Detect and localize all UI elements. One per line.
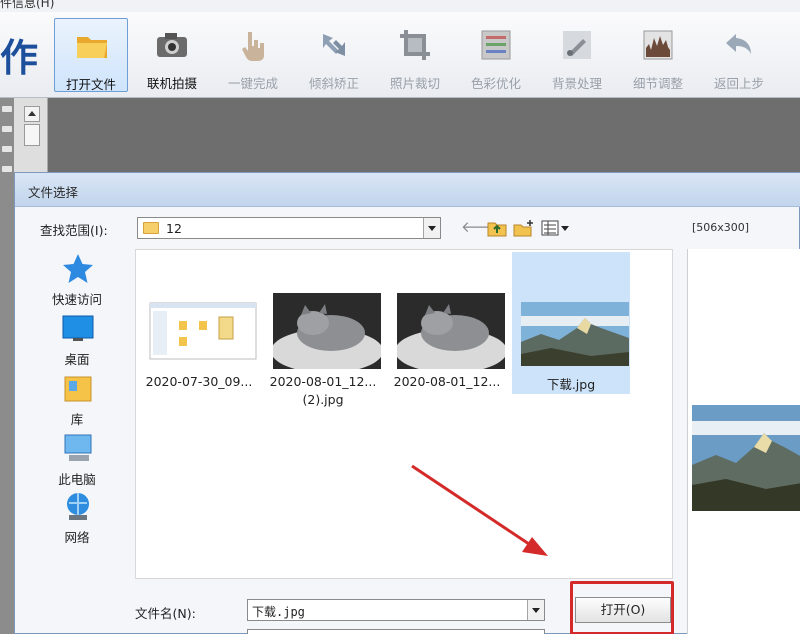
one-click-button[interactable]: 一键完成	[216, 18, 290, 92]
file-select-dialog: 文件选择 查找范围(I): 12 🡐 [506x300] 快速访问 桌面 库 此…	[14, 172, 800, 634]
file-type-dropdown[interactable]	[247, 629, 545, 634]
rotate-icon	[323, 34, 345, 56]
filmstrip-edge	[0, 98, 14, 634]
undo-icon	[726, 34, 751, 54]
menu-bar: 件信息(H)	[0, 0, 800, 12]
filename-input[interactable]: 下载.jpg	[247, 599, 545, 621]
place-label: 桌面	[64, 352, 90, 367]
file-list[interactable]: 2020-07-30_09... 2020-08-01_12... (2).jp…	[135, 249, 673, 579]
star-icon	[63, 254, 93, 283]
file-item-selected[interactable]: 下载.jpg	[512, 252, 630, 394]
toolbar-label: 细节调整	[632, 76, 683, 91]
dialog-title: 文件选择	[28, 185, 79, 200]
file-name: 2020-07-30_09...	[145, 374, 253, 389]
folder-icon	[77, 37, 107, 58]
place-label: 网络	[64, 530, 90, 545]
toolbar-label: 背景处理	[551, 76, 602, 91]
background-process-button[interactable]: 背景处理	[540, 18, 614, 92]
histogram-icon	[643, 30, 673, 60]
look-in-dropdown[interactable]: 12	[137, 217, 441, 239]
toolbar-label: 返回上步	[713, 76, 764, 91]
chevron-down-icon[interactable]	[423, 218, 440, 238]
preview-size-label: [506x300]	[692, 221, 750, 234]
up-folder-icon[interactable]	[487, 219, 507, 237]
new-folder-icon[interactable]	[513, 219, 535, 237]
desktop-icon	[62, 315, 94, 341]
view-menu-icon[interactable]	[541, 219, 571, 237]
camera-capture-button[interactable]: 联机拍摄	[135, 18, 209, 92]
toolbar-label: 联机拍摄	[146, 76, 197, 91]
camera-icon	[157, 33, 187, 57]
color-optimize-button[interactable]: 色彩优化	[459, 18, 533, 92]
scroll-up-button[interactable]	[24, 106, 40, 122]
toolbar: 作 打开文件 联机拍摄 一键完成 倾斜矫正 照片裁切 色彩优化 背景处理 细节调…	[0, 12, 800, 98]
highlight-box	[570, 581, 674, 634]
file-item[interactable]: 2020-08-01_12...	[388, 256, 506, 398]
file-type-label	[135, 629, 245, 634]
toolbar-label: 色彩优化	[470, 76, 521, 91]
undo-step-button[interactable]: 返回上步	[702, 18, 776, 92]
file-name: 2020-08-01_12...	[269, 374, 377, 389]
crop-icon	[400, 30, 430, 60]
library-icon	[64, 376, 92, 402]
file-name: 下载.jpg	[546, 377, 596, 392]
filename-value: 下载.jpg	[252, 605, 305, 619]
computer-icon	[64, 434, 92, 461]
folder-icon	[143, 222, 159, 234]
file-name-line2: (2).jpg	[302, 392, 344, 407]
network-icon	[67, 493, 89, 520]
landscape-thumbnail	[521, 302, 629, 366]
photo-crop-button[interactable]: 照片裁切	[378, 18, 452, 92]
screenshot-thumbnail	[149, 302, 257, 360]
preview-pane	[687, 249, 800, 634]
detail-adjust-button[interactable]: 细节调整	[621, 18, 695, 92]
place-label: 快速访问	[51, 292, 102, 307]
look-in-label: 查找范围(I):	[40, 223, 108, 238]
file-item[interactable]: 2020-07-30_09...	[140, 256, 258, 398]
open-file-button[interactable]: 打开文件	[54, 18, 128, 92]
place-label: 此电脑	[58, 472, 96, 487]
file-name: 2020-08-01_12...	[393, 374, 501, 389]
brush-icon	[563, 31, 591, 59]
menu-item-partial[interactable]: 件信息(H)	[0, 0, 54, 11]
dialog-titlebar[interactable]: 文件选择	[15, 173, 800, 207]
file-item[interactable]: 2020-08-01_12... (2).jpg	[264, 256, 382, 407]
color-sliders-icon	[481, 30, 511, 60]
chevron-down-icon[interactable]	[527, 600, 544, 620]
preview-image	[692, 405, 800, 511]
back-arrow-icon[interactable]: 🡐	[461, 219, 501, 237]
toolbar-label: 倾斜矫正	[308, 76, 359, 91]
app-brand: 作	[0, 36, 39, 80]
cat-photo-thumbnail	[397, 293, 505, 369]
toolbar-label: 一键完成	[227, 76, 278, 91]
scrollbar-thumb[interactable]	[24, 124, 40, 146]
skew-correction-button[interactable]: 倾斜矫正	[297, 18, 371, 92]
look-in-value: 12	[166, 221, 182, 236]
toolbar-label: 打开文件	[65, 77, 116, 92]
filename-label: 文件名(N):	[135, 606, 196, 621]
place-label: 库	[70, 412, 84, 427]
hand-pointer-icon	[242, 32, 264, 61]
toolbar-label: 照片裁切	[389, 76, 440, 91]
cat-photo-thumbnail	[273, 293, 381, 369]
